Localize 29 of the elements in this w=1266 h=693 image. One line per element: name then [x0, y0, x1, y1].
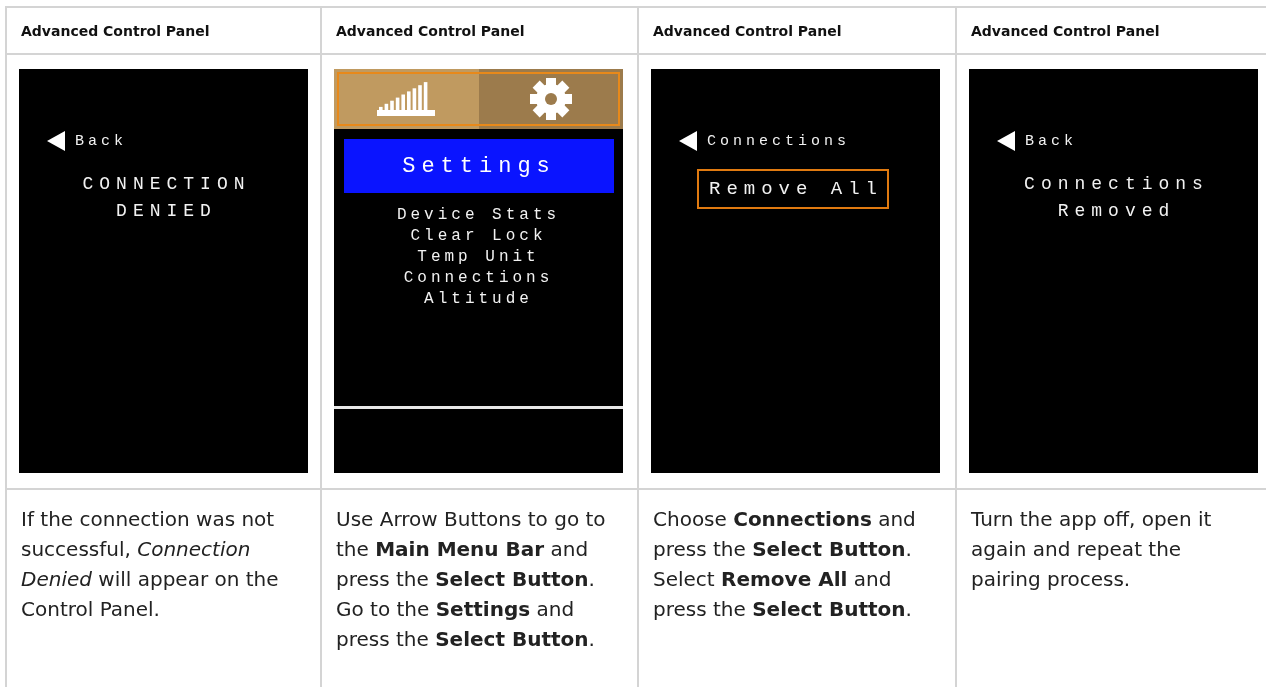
column-header: Advanced Control Panel [653, 22, 842, 39]
back-arrow-icon [679, 131, 697, 151]
status-message: Connections [1023, 173, 1209, 196]
back-label: Back [75, 132, 127, 150]
menu-item[interactable]: Altitude [424, 289, 533, 310]
menu-title: Settings [344, 139, 614, 193]
menu-tab[interactable] [334, 69, 479, 129]
gear-icon [528, 77, 573, 121]
back-arrow-icon [997, 131, 1015, 151]
back-label: Connections [707, 132, 851, 150]
column-header: Advanced Control Panel [336, 22, 525, 39]
menu-option[interactable]: Remove All [697, 169, 890, 209]
status-message: Removed [1056, 200, 1176, 223]
step-description: If the connection was not successful, Connection Denied will appear on the Control Panel. [21, 507, 279, 621]
menu-item[interactable]: Device Stats [396, 205, 561, 226]
status-message: CONNECTION [81, 173, 251, 196]
status-message: DENIED [115, 200, 217, 223]
step-description: Turn the app off, open it again and repeat the pairing process. [971, 507, 1212, 591]
menu-item[interactable]: Connections [403, 268, 554, 289]
back-label: Back [1025, 132, 1077, 150]
back-arrow-icon [47, 131, 65, 151]
signal-bars-icon [377, 82, 436, 116]
menu-item[interactable]: Temp Unit [417, 247, 540, 268]
step-description: Use Arrow Buttons to go to the Main Menu Bar and press the Select Button. Go to the Settings and press the Select Button. [336, 507, 606, 651]
column-header: Advanced Control Panel [21, 22, 210, 39]
menu-item[interactable]: Clear Lock [410, 226, 547, 247]
step-description: Choose Connections and press the Select Button. Select Remove All and press the Select Button. [653, 507, 916, 621]
menu-tab[interactable] [478, 69, 623, 129]
column-header: Advanced Control Panel [971, 22, 1160, 39]
